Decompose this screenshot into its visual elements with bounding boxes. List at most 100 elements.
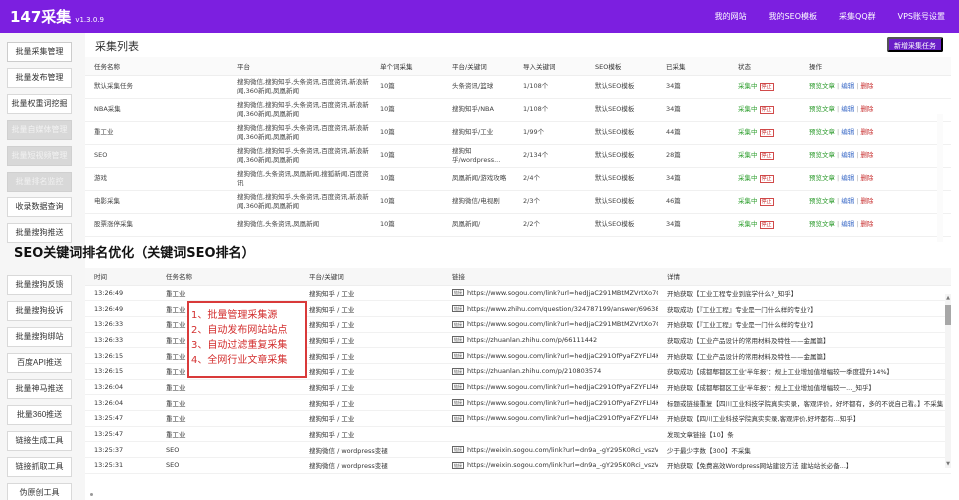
scroll-thumb[interactable] (945, 305, 951, 325)
log-link[interactable]: https://zhuanlan.zhihu.com/p/66111442 (467, 336, 597, 344)
top-menu-item[interactable]: 采集QQ群 (839, 11, 876, 22)
task-cell: 10篇 (371, 213, 443, 237)
separator: | (856, 105, 859, 113)
sidebar-item[interactable]: 批量发布管理 (7, 68, 72, 88)
task-list-scrollbar[interactable] (937, 114, 943, 242)
sidebar-item[interactable]: 百度API推送 (7, 353, 72, 373)
sidebar-item[interactable]: 批量自媒体管理 (7, 120, 72, 140)
preview-button[interactable]: 预览文章 (809, 174, 835, 182)
task-row[interactable]: 默认采集任务 搜狗微信,搜狗知乎,头条资讯,百度资讯,新浪新闻,360新闻,凤凰新… (85, 75, 951, 99)
preview-button[interactable]: 预览文章 (809, 220, 835, 228)
task-operations: 预览文章 | 编辑 | 删除 (800, 144, 951, 168)
log-row[interactable]: 13:25:47 重工业 搜狗知乎 / 工业 发现文章链接【10】条 (85, 426, 951, 443)
log-row[interactable]: 13:26:49 重工业 搜狗知乎 / 工业 链接 https://www.sogou.… (85, 285, 951, 302)
log-link[interactable]: https://www.zhihu.com/question/324787199… (467, 305, 658, 313)
preview-button[interactable]: 预览文章 (809, 82, 835, 90)
delete-button[interactable]: 删除 (860, 151, 873, 159)
edit-button[interactable]: 编辑 (841, 82, 854, 90)
log-link[interactable]: https://zhuanlan.zhihu.com/p/210803574 (467, 367, 601, 375)
stop-button[interactable]: 停止 (759, 83, 774, 91)
delete-button[interactable]: 删除 (860, 105, 873, 113)
task-cell: 默认SEO模板 (586, 98, 657, 122)
log-cell: 搜狗知乎 / 工业 (300, 316, 443, 333)
preview-button[interactable]: 预览文章 (809, 128, 835, 136)
task-row[interactable]: 游戏 搜狗微信,头条资讯,凤凰新闻,搜狐新闻,百度资讯 10篇 凤凰新闻/游戏攻略 2/… (85, 167, 951, 191)
task-row[interactable]: NBA采集 搜狗微信,搜狗知乎,头条资讯,百度资讯,新浪新闻,360新闻,凤凰新闻… (85, 98, 951, 122)
sidebar-item[interactable]: 批量神马推送 (7, 379, 72, 399)
log-cell: 13:26:15 (85, 347, 157, 364)
task-row[interactable]: 股票涨停采集 搜狗微信,头条资讯,凤凰新闻 10篇 凤凰新闻/2/2个 默认SEO模板 3… (85, 213, 951, 237)
sidebar-item[interactable]: 批量搜狗推送 (7, 223, 72, 243)
log-link[interactable]: https://weixin.sogou.com/link?url=dn9a_-… (467, 461, 658, 469)
delete-button[interactable]: 删除 (860, 220, 873, 228)
sidebar-item[interactable]: 批量搜狗反馈 (7, 275, 72, 295)
log-row[interactable]: 13:25:37 SEO 搜狗微信 / wordpress变褪 链接 https://w… (85, 441, 951, 459)
log-cell: 搜狗知乎 / 工业 (300, 426, 443, 443)
log-row[interactable]: 13:25:47 重工业 搜狗知乎 / 工业 链接 https://www.sogou.… (85, 410, 951, 427)
log-cell: 搜狗微信 / wordpress变褪 (300, 457, 443, 474)
log-link[interactable]: https://www.sogou.com/link?url=hedJjaC29… (467, 352, 658, 360)
link-tag: 链接 (452, 383, 464, 391)
edit-button[interactable]: 编辑 (841, 151, 854, 159)
edit-button[interactable]: 编辑 (841, 197, 854, 205)
log-link[interactable]: https://www.sogou.com/link?url=hedJjaC29… (467, 383, 658, 391)
scroll-down-icon[interactable]: ▼ (945, 460, 951, 468)
task-cell: 搜狗微信/电视剧 (443, 190, 514, 214)
edit-button[interactable]: 编辑 (841, 174, 854, 182)
app-window: 147采集 v1.3.0.9 我的网站 我的SEO模板 采集QQ群 VPS账号设置 批量… (0, 0, 959, 500)
log-column-header: 详情 (658, 268, 951, 286)
edit-button[interactable]: 编辑 (841, 220, 854, 228)
task-row[interactable]: 重工业 搜狗微信,搜狗知乎,头条资讯,百度资讯,新浪新闻,360新闻,凤凰新闻 10… (85, 121, 951, 145)
sidebar-item[interactable]: 批量短视频管理 (7, 146, 72, 166)
sidebar-item[interactable]: 批量360推送 (7, 405, 72, 425)
sidebar-item[interactable]: 批量搜狗绑站 (7, 327, 72, 347)
stop-button[interactable]: 停止 (759, 129, 774, 137)
log-link[interactable]: https://www.sogou.com/link?url=hedJjaC29… (467, 414, 658, 422)
log-cell: SEO (157, 441, 300, 459)
top-menu-item[interactable]: 我的网站 (715, 11, 747, 22)
task-row[interactable]: SEO 搜狗微信,搜狗知乎,头条资讯,百度资讯,新浪新闻,360新闻,凤凰新闻 10… (85, 144, 951, 168)
preview-button[interactable]: 预览文章 (809, 105, 835, 113)
stop-button[interactable]: 停止 (759, 152, 774, 160)
link-tag: 链接 (452, 461, 464, 469)
separator: | (856, 174, 859, 182)
new-collection-task-button[interactable]: 新增采集任务 (887, 37, 943, 52)
log-link[interactable]: https://www.sogou.com/link?url=hedJjaC29… (467, 399, 658, 407)
delete-button[interactable]: 删除 (860, 174, 873, 182)
stop-button[interactable]: 停止 (759, 221, 774, 229)
separator: | (856, 197, 859, 205)
sidebar-item[interactable]: 批量排名监控 (7, 172, 72, 192)
preview-button[interactable]: 预览文章 (809, 151, 835, 159)
task-operations: 预览文章 | 编辑 | 删除 (800, 98, 951, 122)
delete-button[interactable]: 删除 (860, 82, 873, 90)
log-scrollbar[interactable]: ▲ ▼ (945, 294, 951, 468)
log-link[interactable]: https://weixin.sogou.com/link?url=dn9a_-… (467, 446, 658, 454)
edit-button[interactable]: 编辑 (841, 128, 854, 136)
log-link[interactable]: https://www.sogou.com/link?url=hedJjaC29… (467, 320, 658, 328)
sidebar-item[interactable]: 链接抓取工具 (7, 457, 72, 477)
sidebar-item[interactable]: 批量采集管理 (7, 42, 72, 62)
scroll-up-icon[interactable]: ▲ (945, 294, 951, 302)
top-menu-item[interactable]: 我的SEO模板 (769, 11, 817, 22)
stop-button[interactable]: 停止 (759, 175, 774, 183)
delete-button[interactable]: 删除 (860, 128, 873, 136)
top-menu-item[interactable]: VPS账号设置 (898, 11, 945, 22)
log-cell: 13:26:33 (85, 332, 157, 349)
preview-button[interactable]: 预览文章 (809, 197, 835, 205)
sidebar-item[interactable]: 批量搜狗投诉 (7, 301, 72, 321)
sidebar-item[interactable]: 批量权重词挖掘 (7, 94, 72, 114)
status-collecting: 采集中 (738, 128, 758, 136)
log-row[interactable]: 13:25:31 SEO 搜狗微信 / wordpress变褪 链接 https://w… (85, 457, 951, 474)
task-row[interactable]: 电影采集 搜狗微信,搜狗知乎,头条资讯,百度资讯,新浪新闻,360新闻,凤凰新闻 1… (85, 190, 951, 214)
log-link[interactable]: https://www.sogou.com/link?url=hedJjaC29… (467, 289, 658, 297)
edit-button[interactable]: 编辑 (841, 105, 854, 113)
log-row[interactable]: 13:26:04 重工业 搜狗知乎 / 工业 链接 https://www.sogou.… (85, 379, 951, 396)
delete-button[interactable]: 删除 (860, 197, 873, 205)
sidebar-item[interactable]: 收录数据查询 (7, 197, 72, 217)
stop-button[interactable]: 停止 (759, 198, 774, 206)
log-row[interactable]: 13:26:04 重工业 搜狗知乎 / 工业 链接 https://www.sogou.… (85, 394, 951, 411)
sidebar-item[interactable]: 链接生成工具 (7, 431, 72, 451)
stop-button[interactable]: 停止 (759, 106, 774, 114)
log-cell: 搜狗知乎 / 工业 (300, 363, 443, 380)
sidebar-item[interactable]: 伪原创工具 (7, 483, 72, 500)
